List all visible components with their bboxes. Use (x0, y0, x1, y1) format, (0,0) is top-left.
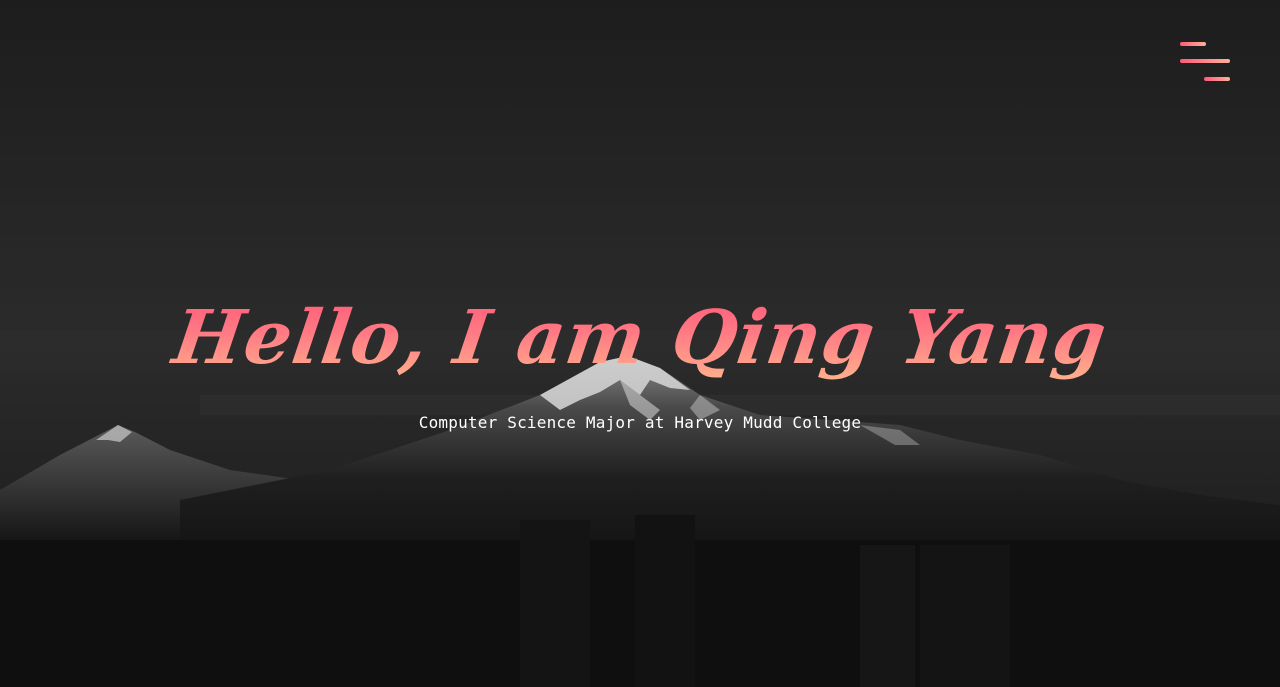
hero-subtitle: Computer Science Major at Harvey Mudd Co… (418, 413, 862, 432)
hero-title: Hello, I am Qing Yang (0, 282, 1280, 394)
hero-section: Hello, I am Qing Yang Computer Science M… (0, 0, 1280, 687)
menu-line-bottom (1204, 77, 1230, 81)
menu-line-middle (1180, 59, 1230, 63)
hamburger-menu-button[interactable] (1176, 40, 1234, 86)
menu-line-top (1180, 42, 1206, 46)
